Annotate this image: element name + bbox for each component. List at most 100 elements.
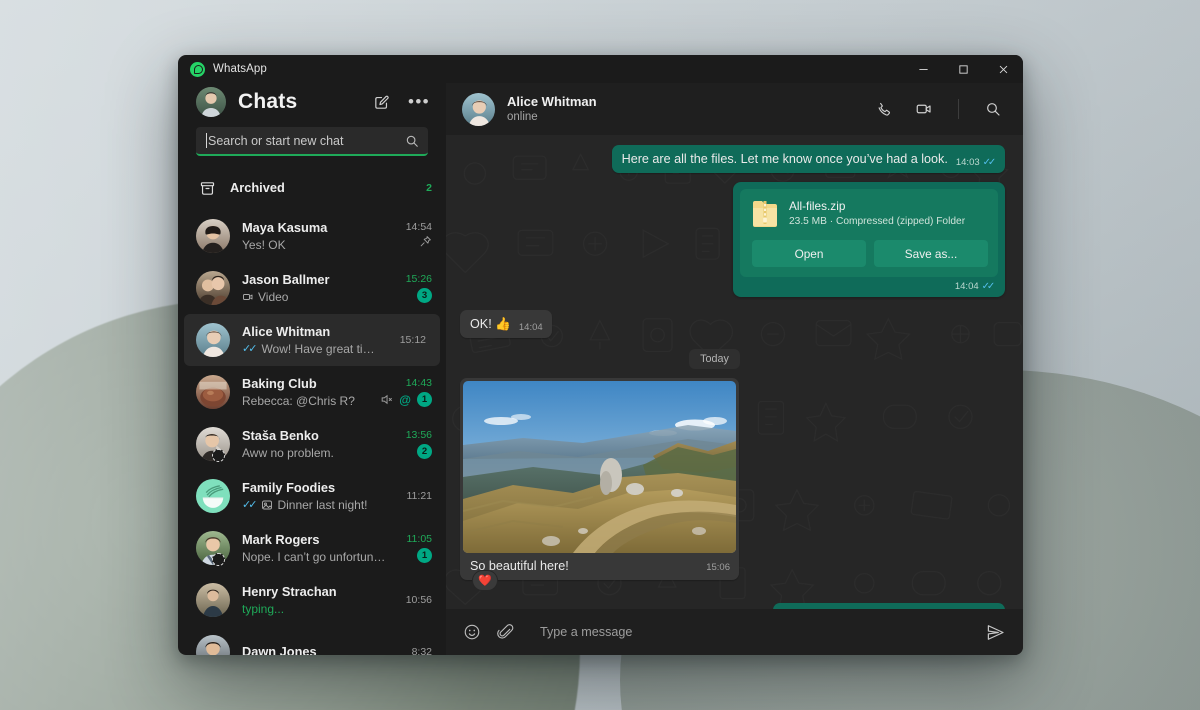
chat-item-meta: 8:32 [398, 646, 432, 655]
chat-avatar [196, 635, 230, 655]
message-bubble-incoming[interactable]: OK! 👍 14:04 [460, 310, 552, 338]
search-box[interactable] [196, 127, 428, 156]
header-divider [958, 99, 959, 119]
message-composer [446, 609, 1023, 655]
chat-preview-text: Aww no problem. [242, 445, 334, 460]
attach-icon[interactable] [492, 618, 520, 646]
chat-preview-row: Nope. I can’t go unfortunately. [242, 549, 386, 565]
archive-icon [196, 180, 218, 197]
archived-label: Archived [230, 180, 285, 195]
read-receipt-icon: ✓✓ [981, 281, 996, 292]
chat-time: 15:26 [405, 273, 432, 285]
search-icon[interactable] [405, 134, 419, 148]
chat-list-item[interactable]: Dawn Jones 8:32 [178, 626, 446, 655]
peer-status: online [507, 110, 538, 123]
chat-name: Mark Rogers [242, 531, 320, 547]
reaction-badge[interactable]: ❤️ [472, 570, 498, 591]
chat-name: Family Foodies [242, 479, 336, 495]
chat-time: 14:54 [405, 221, 432, 233]
chat-time: 11:05 [406, 533, 433, 545]
chats-menu-icon[interactable]: ••• [406, 89, 432, 115]
video-icon [242, 291, 254, 303]
chat-item-text: Jason Ballmer Video [242, 272, 386, 305]
read-receipt-icon: ✓✓ [242, 498, 258, 511]
chat-list[interactable]: Archived 2 Maya Kasuma Yes! OK 14:54 Jason … [178, 166, 446, 655]
chat-badges: 2 [417, 444, 432, 459]
message-list[interactable]: Here are all the files. Let me know once… [446, 135, 1023, 609]
chat-item-text: Henry Strachan typing... [242, 584, 386, 617]
sidebar-item-archived[interactable]: Archived 2 [178, 166, 446, 210]
mute-icon [380, 393, 393, 406]
overflow-dots: ••• [407, 92, 431, 111]
chat-list-item[interactable]: Jason Ballmer Video 15:26 3 [178, 262, 446, 314]
message-row: All-files.zip 23.5 MB · Compressed (zipp… [460, 182, 1005, 297]
app-titlebar[interactable]: WhatsApp [178, 55, 446, 83]
chat-item-text: Alice Whitman ✓✓Wow! Have great time. Enj… [242, 324, 380, 357]
search-input[interactable] [208, 133, 405, 148]
photo-icon [261, 499, 273, 511]
chat-item-meta: 15:12 [392, 334, 426, 346]
chat-avatar [196, 583, 230, 617]
file-message-bubble[interactable]: All-files.zip 23.5 MB · Compressed (zipp… [733, 182, 1005, 297]
chat-badges: 1 [417, 548, 432, 563]
chat-list-item[interactable]: Baking Club Rebecca: @Chris R? 14:43 @1 [178, 366, 446, 418]
chat-list-item[interactable]: Staša Benko Aww no problem. 13:56 2 [178, 418, 446, 470]
chat-preview-row: ✓✓Wow! Have great time. Enjoy. [242, 341, 380, 357]
chat-list-item[interactable]: Maya Kasuma Yes! OK 14:54 [178, 210, 446, 262]
message-bubble-outgoing[interactable]: Here are all the files. Let me know once… [611, 145, 1005, 173]
message-text: Here are all the files. Let me know once… [621, 152, 948, 166]
peer-meta: Alice Whitman online [507, 94, 858, 125]
chat-item-meta: 11:21 [398, 490, 433, 502]
emoji-icon[interactable] [458, 618, 486, 646]
chat-avatar [196, 323, 230, 357]
chat-time: 13:56 [405, 429, 432, 441]
chat-preview-text: Dinner last night! [277, 497, 368, 512]
unread-badge: 2 [417, 444, 432, 459]
save-as-button[interactable]: Save as... [874, 240, 988, 267]
chat-avatar [196, 479, 230, 513]
chat-item-meta: 14:54 [398, 221, 432, 251]
window-controls [446, 55, 1023, 83]
mention-icon: @ [399, 392, 411, 407]
unread-badge: 3 [417, 288, 432, 303]
my-avatar[interactable] [196, 87, 226, 117]
chat-item-text: Family Foodies ✓✓ Dinner last night! [242, 480, 386, 513]
status-ring-icon [212, 449, 225, 462]
new-chat-icon[interactable] [368, 89, 394, 115]
message-time: 14:04 [954, 281, 979, 292]
message-input[interactable] [540, 625, 975, 639]
chat-list-item[interactable]: Mark Rogers Nope. I can’t go unfortunatel… [178, 522, 446, 574]
file-name: All-files.zip [789, 199, 846, 213]
search-in-chat-icon[interactable] [979, 95, 1007, 123]
chat-preview-text: typing... [242, 601, 285, 616]
chat-item-meta: 11:05 1 [398, 533, 432, 563]
chat-preview-text: Nope. I can’t go unfortunately. [242, 549, 386, 564]
maximize-button[interactable] [943, 55, 983, 83]
message-time: 15:06 [706, 562, 730, 573]
message-photo[interactable] [463, 381, 736, 553]
message-row: So beautiful here! 15:06 ❤️ [460, 378, 1005, 591]
chat-item-meta: 14:43 @1 [380, 377, 432, 407]
peer-avatar[interactable] [462, 92, 495, 126]
chat-preview-text: Rebecca: @Chris R? [242, 393, 355, 408]
chat-name: Henry Strachan [242, 583, 337, 599]
send-icon[interactable] [981, 618, 1009, 646]
close-button[interactable] [983, 55, 1023, 83]
file-card: All-files.zip 23.5 MB · Compressed (zipp… [740, 189, 998, 277]
chat-time: 11:21 [406, 490, 433, 502]
chat-list-item[interactable]: Henry Strachan typing... 10:56 [178, 574, 446, 626]
file-details: All-files.zip 23.5 MB · Compressed (zipp… [789, 199, 965, 229]
video-call-icon[interactable] [910, 95, 938, 123]
status-ring-icon [212, 553, 225, 566]
chat-item-meta: 13:56 2 [398, 429, 432, 459]
open-file-button[interactable]: Open [752, 240, 866, 267]
voice-call-icon[interactable] [870, 95, 898, 123]
chat-avatar [196, 375, 230, 409]
chat-list-item[interactable]: Alice Whitman ✓✓Wow! Have great time. Enj… [184, 314, 440, 366]
chat-preview-text: Video [258, 289, 289, 304]
chat-list-item[interactable]: Family Foodies ✓✓ Dinner last night! 11:21 [178, 470, 446, 522]
chat-badges: 3 [417, 288, 432, 303]
chat-preview-text: Wow! Have great time. Enjoy. [261, 341, 380, 356]
image-message-bubble[interactable]: So beautiful here! 15:06 ❤️ [460, 378, 739, 591]
minimize-button[interactable] [903, 55, 943, 83]
